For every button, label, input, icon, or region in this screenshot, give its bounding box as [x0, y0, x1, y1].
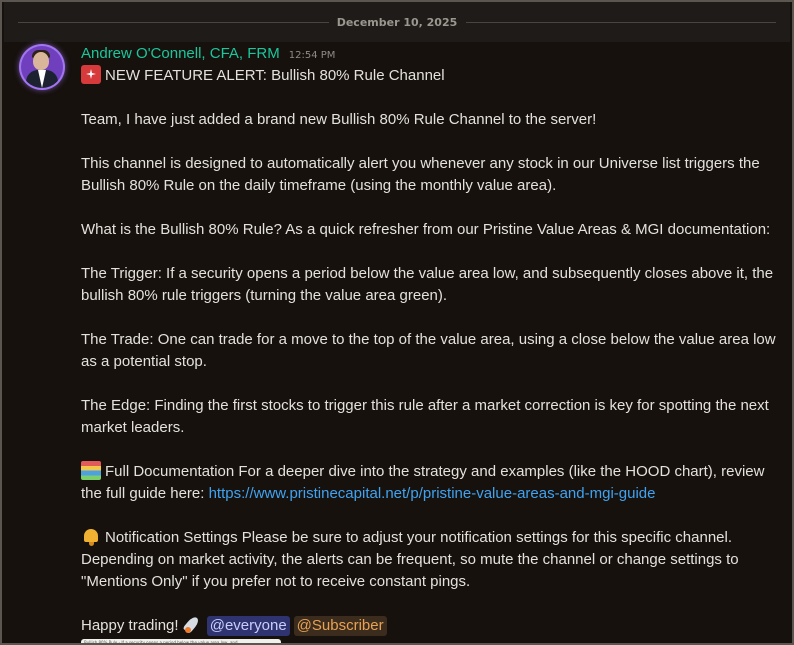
docs-paragraph: Full Documentation For a deeper dive int…	[81, 461, 781, 505]
chat-window: December 10, 2025 Andrew O'Connell, CFA,…	[0, 0, 794, 645]
books-icon	[81, 461, 101, 480]
trigger-text: The Trigger: If a security opens a perio…	[81, 265, 774, 304]
message-timestamp[interactable]: 12:54 PM	[289, 50, 336, 61]
chat-message: Andrew O'Connell, CFA, FRM 12:54 PM NEW …	[4, 42, 790, 643]
headline-line: NEW FEATURE ALERT: Bullish 80% Rule Chan…	[81, 65, 781, 87]
attachment-caption: Bullish 80% Rule - If a security opens a…	[84, 640, 238, 645]
avatar-face	[33, 52, 49, 70]
intro-text: Team, I have just added a brand new Bull…	[81, 111, 597, 128]
author-avatar[interactable]	[21, 46, 63, 88]
question-text: What is the Bullish 80% Rule? As a quick…	[81, 221, 771, 238]
mention-subscriber-role[interactable]: @Subscriber	[293, 616, 387, 636]
closing-text: Happy trading!	[81, 617, 179, 634]
rotating-light-icon	[81, 65, 101, 84]
docs-link[interactable]: https://www.pristinecapital.net/p/pristi…	[209, 485, 656, 502]
divider-date: December 10, 2025	[328, 15, 466, 29]
purpose-text: This channel is designed to automaticall…	[81, 155, 760, 194]
attachment-preview[interactable]: Bullish 80% Rule - If a security opens a…	[81, 639, 281, 645]
edge-text: The Edge: Finding the first stocks to tr…	[81, 397, 769, 436]
divider-line-left	[18, 22, 348, 23]
author-name[interactable]: Andrew O'Connell, CFA, FRM	[81, 45, 280, 62]
closing-line: Happy trading! @everyone @Subscriber	[81, 615, 781, 637]
rocket-icon	[183, 615, 203, 634]
bell-icon	[81, 527, 101, 546]
notify-text: Notification Settings Please be sure to …	[81, 529, 739, 590]
divider-line-right	[466, 22, 776, 23]
trade-text: The Trade: One can trade for a move to t…	[81, 331, 776, 370]
message-header: Andrew O'Connell, CFA, FRM 12:54 PM	[81, 45, 335, 62]
notify-paragraph: Notification Settings Please be sure to …	[81, 527, 781, 593]
date-divider: December 10, 2025	[4, 2, 790, 42]
headline-text: NEW FEATURE ALERT: Bullish 80% Rule Chan…	[105, 67, 445, 84]
mention-everyone[interactable]: @everyone	[206, 616, 290, 636]
message-content: NEW FEATURE ALERT: Bullish 80% Rule Chan…	[81, 65, 781, 637]
